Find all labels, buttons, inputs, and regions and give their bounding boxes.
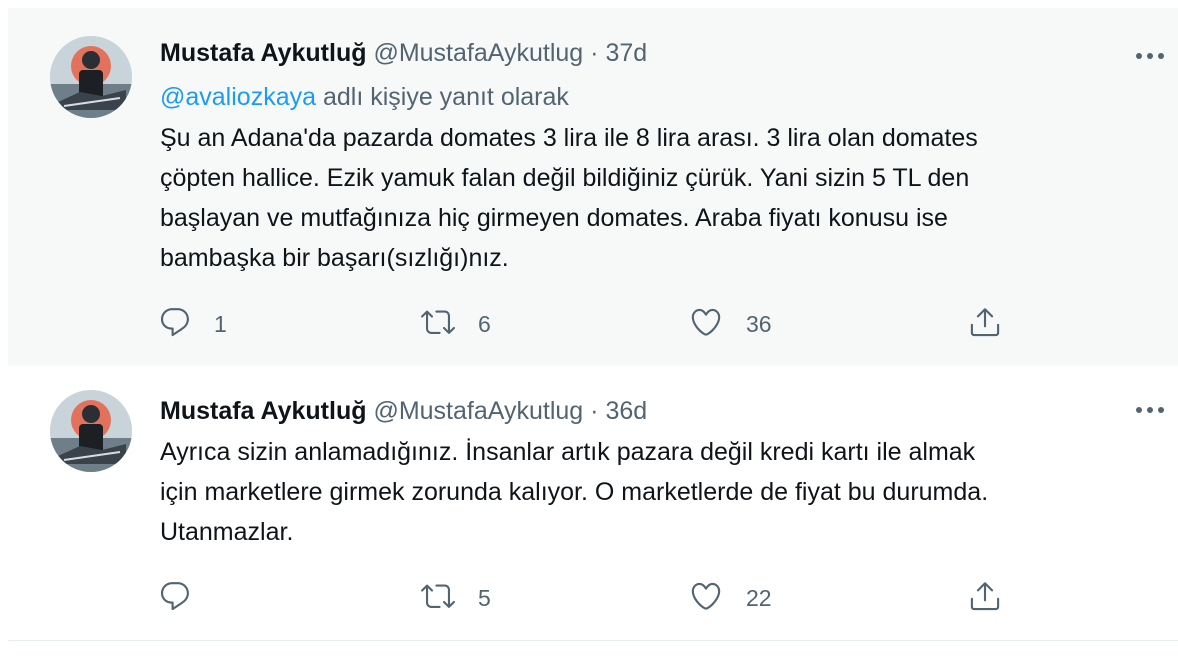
reply-button[interactable]: 1 — [158, 304, 227, 344]
heart-icon — [688, 579, 724, 618]
mention-link[interactable]: @avaliozkaya — [160, 83, 316, 111]
like-button[interactable]: 22 — [688, 578, 772, 618]
retweet-button[interactable]: 5 — [420, 578, 491, 618]
tweet-timestamp[interactable]: 37d — [605, 39, 647, 67]
divider — [8, 640, 1178, 641]
reply-count: 1 — [214, 310, 227, 337]
more-options-button[interactable] — [1130, 36, 1170, 76]
like-count: 36 — [746, 310, 772, 337]
retweet-icon — [420, 305, 456, 344]
tweet-actions: 5 22 — [158, 578, 1018, 618]
like-button[interactable]: 36 — [688, 304, 772, 344]
tweet-text: Ayrıca sizin anlamadığınız. İnsanlar art… — [160, 438, 989, 546]
share-button[interactable] — [968, 578, 1002, 618]
tweet-text: Şu an Adana'da pazarda domates 3 lira il… — [160, 124, 978, 272]
author-name[interactable]: Mustafa Aykutluğ — [160, 39, 367, 67]
retweet-count: 5 — [478, 584, 491, 611]
share-icon — [968, 305, 1002, 344]
tweet[interactable]: Mustafa Aykutluğ @MustafaAykutlug · 36d … — [8, 366, 1178, 640]
header-separator: · — [590, 39, 599, 67]
tweet[interactable]: Mustafa Aykutluğ @MustafaAykutlug · 37d … — [8, 8, 1178, 366]
reply-icon — [158, 305, 192, 344]
tweet-timestamp[interactable]: 36d — [605, 397, 647, 425]
author-name[interactable]: Mustafa Aykutluğ — [160, 397, 367, 425]
reply-button[interactable] — [158, 578, 214, 618]
heart-icon — [688, 305, 724, 344]
reply-icon — [158, 579, 192, 618]
header-separator: · — [590, 397, 599, 425]
tweet-header: Mustafa Aykutluğ @MustafaAykutlug · 36d — [160, 396, 647, 426]
share-button[interactable] — [968, 304, 1002, 344]
avatar[interactable] — [50, 36, 132, 118]
author-handle[interactable]: @MustafaAykutlug — [373, 39, 583, 67]
share-icon — [968, 579, 1002, 618]
more-icon — [1135, 47, 1165, 65]
replying-to: @avaliozkaya adlı kişiye yanıt olarak — [160, 82, 569, 112]
retweet-count: 6 — [478, 310, 491, 337]
avatar[interactable] — [50, 390, 132, 472]
tweet-header: Mustafa Aykutluğ @MustafaAykutlug · 37d — [160, 38, 647, 68]
tweet-actions: 1 6 36 — [158, 304, 1018, 344]
more-icon — [1135, 401, 1165, 419]
like-count: 22 — [746, 584, 772, 611]
author-handle[interactable]: @MustafaAykutlug — [373, 397, 583, 425]
retweet-icon — [420, 579, 456, 618]
more-options-button[interactable] — [1130, 390, 1170, 430]
replying-to-label: adlı kişiye yanıt olarak — [316, 83, 569, 111]
retweet-button[interactable]: 6 — [420, 304, 491, 344]
